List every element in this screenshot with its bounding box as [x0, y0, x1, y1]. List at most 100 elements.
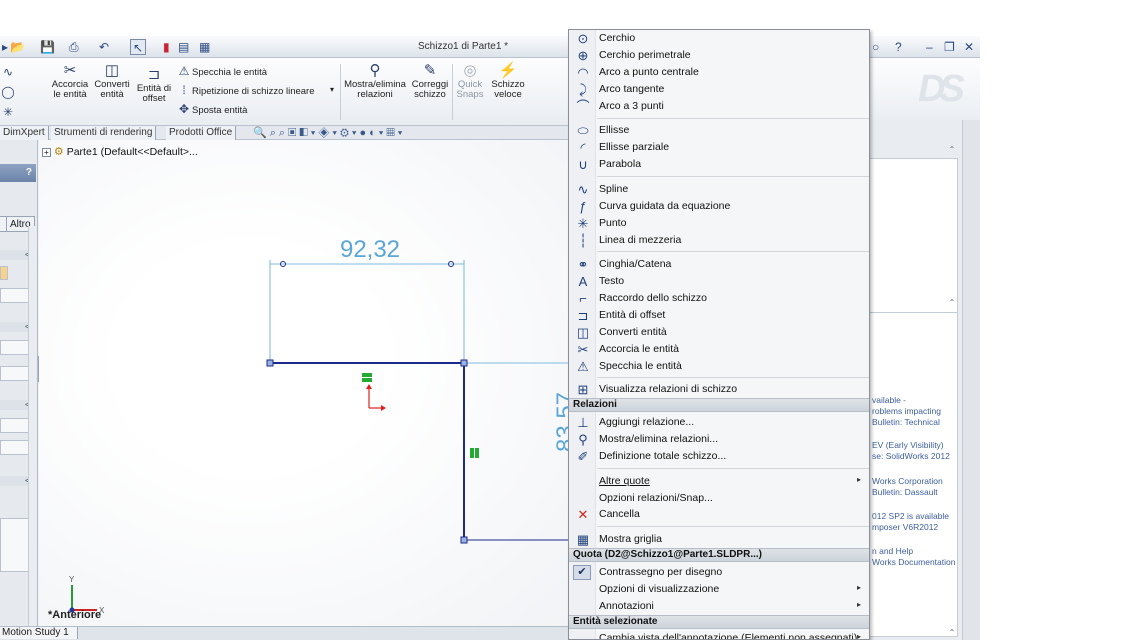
menu-item-point[interactable]: ✳ Punto — [569, 215, 869, 232]
save-icon[interactable]: 💾 — [40, 39, 55, 55]
select-icon[interactable]: ↖ — [130, 39, 147, 55]
restore-icon[interactable]: ❐ — [944, 39, 955, 55]
graphics-area[interactable]: + ⚙ Parte1 (Default<<Default>... 92,32 8… — [39, 140, 569, 626]
convert-button[interactable]: ◫ Converti entità — [90, 62, 134, 100]
search-icon[interactable]: ○ — [872, 39, 879, 55]
tab-rendering[interactable]: Strumenti di rendering — [51, 126, 157, 140]
point-icon: ✳ — [2, 105, 14, 119]
circle-tool[interactable]: ◯ — [0, 84, 16, 100]
trim-icon: ✂ — [63, 62, 77, 79]
menu-item-trim[interactable]: ✂ Accorcia le entità — [569, 341, 869, 358]
news-line[interactable]: vailable - — [872, 395, 956, 406]
open-icon[interactable]: 📂 — [10, 39, 25, 55]
news-line[interactable]: EV (Early Visibility) — [872, 440, 956, 451]
menu-item-label: Linea di mezzeria — [599, 234, 682, 246]
sketch-endpoint[interactable] — [460, 536, 468, 544]
menu-item-change-annotation-view[interactable]: Cambia vista dell'annotazione (Elementi … — [569, 630, 869, 639]
menu-item-parabola[interactable]: ∪ Parabola — [569, 156, 869, 173]
tab-office[interactable]: Prodotti Office — [166, 126, 237, 140]
dim-value-vertical[interactable]: 83,57 — [552, 392, 569, 452]
check-icon: ✔ — [573, 565, 591, 580]
news-line[interactable]: mposer V6R2012 — [872, 522, 956, 533]
menu-item-centerpoint-arc[interactable]: ◠ Arco a punto centrale — [569, 64, 869, 81]
sketch-canvas[interactable]: 92,32 83,57 Y X — [39, 140, 569, 626]
chevron-up-icon[interactable]: ⌃ — [946, 298, 958, 308]
news-line[interactable]: Works Corporation — [872, 476, 956, 487]
menu-item-more-dimensions[interactable]: Altre quote ▸ — [569, 473, 869, 490]
sketch-endpoint[interactable] — [266, 359, 274, 367]
pattern-dropdown-icon[interactable]: ▾ — [330, 82, 334, 98]
property-manager-header: ? — [0, 164, 36, 182]
task-pane-scrollbar[interactable] — [962, 120, 980, 640]
news-line[interactable]: 012 SP2 is available — [872, 511, 956, 522]
line-tool[interactable]: ∿ — [0, 64, 16, 80]
menu-item-annotations[interactable]: Annotazioni ▸ — [569, 598, 869, 615]
news-line[interactable]: Works Documentation — [872, 557, 956, 568]
options-icon[interactable]: ▦ — [199, 39, 210, 55]
sketch-tool-arrow-icon[interactable]: ▸ — [2, 39, 8, 55]
menu-item-partial-ellipse[interactable]: ◜ Ellisse parziale — [569, 139, 869, 156]
menu-item-add-relation[interactable]: ⊥ Aggiungi relazione... — [569, 414, 869, 431]
menu-item-offset[interactable]: ⊐ Entità di offset — [569, 307, 869, 324]
linear-pattern-button[interactable]: ⁞ Ripetizione di schizzo lineare — [176, 82, 314, 98]
menu-item-ellipse[interactable]: ⬭ Ellisse — [569, 122, 869, 139]
news-line[interactable]: Bulletin: Dassault — [872, 487, 956, 498]
point-tool[interactable]: ✳ — [0, 104, 16, 120]
menu-item-show-grid[interactable]: ▦ Mostra griglia — [569, 531, 869, 548]
repair-sketch-label: Correggi schizzo — [411, 79, 449, 100]
sketch-endpoint[interactable] — [460, 359, 468, 367]
news-line[interactable]: se: SolidWorks 2012 — [872, 451, 956, 462]
menu-item-fillet[interactable]: ⌐ Raccordo dello schizzo — [569, 290, 869, 307]
menu-item-display-options[interactable]: Opzioni di visualizzazione ▸ — [569, 581, 869, 598]
menu-item-show-relations[interactable]: ⚲ Mostra/elimina relazioni... — [569, 431, 869, 448]
menu-item-equation-curve[interactable]: ƒ Curva guidata da equazione — [569, 198, 869, 215]
menu-item-display-relations[interactable]: ⊞ Visualizza relazioni di schizzo — [569, 381, 869, 398]
perimeter-circle-icon: ⊕ — [577, 48, 589, 63]
relations-button[interactable]: ⚲ Mostra/elimina relazioni — [344, 62, 406, 100]
menu-item-belt-chain[interactable]: ⚭ Cinghia/Catena — [569, 256, 869, 273]
menu-header-selected-entities: Entità selezionate — [569, 615, 869, 629]
help-icon[interactable]: ? — [895, 39, 902, 55]
trim-button[interactable]: ✂ Accorcia le entità — [48, 62, 92, 100]
grid-icon: ▦ — [576, 532, 590, 547]
chevron-up-icon[interactable]: ⌃ — [946, 628, 958, 638]
tab-motion-study[interactable]: Motion Study 1 — [0, 627, 78, 639]
rapid-sketch-button[interactable]: ⚡ Schizzo veloce — [486, 62, 530, 100]
menu-item-perimeter-circle[interactable]: ⊕ Cerchio perimetrale — [569, 47, 869, 64]
print-icon[interactable]: ⎙ — [69, 39, 79, 55]
offset-button[interactable]: ⊐ Entità di offset — [132, 66, 176, 104]
menu-item-circle[interactable]: ⊙ Cerchio — [569, 30, 869, 47]
file-properties-icon[interactable]: ▤ — [178, 39, 189, 55]
menu-item-centerline[interactable]: ┆ Linea di mezzeria — [569, 232, 869, 249]
menu-item-text[interactable]: A Testo — [569, 273, 869, 290]
undo-icon[interactable]: ↶ — [99, 39, 109, 55]
menu-item-delete[interactable]: ✕ Cancella — [569, 506, 869, 523]
news-line[interactable]: n and Help — [872, 546, 956, 557]
mirror-button[interactable]: ⚠ Specchia le entità — [176, 63, 267, 79]
dim-value-horizontal[interactable]: 92,32 — [340, 236, 400, 263]
property-manager-scrollbar[interactable] — [28, 226, 36, 636]
menu-item-label: Entità di offset — [599, 309, 666, 321]
menu-item-fully-define[interactable]: ✐ Definizione totale schizzo... — [569, 448, 869, 465]
menu-item-convert[interactable]: ◫ Converti entità — [569, 324, 869, 341]
menu-item-label: Punto — [599, 217, 627, 229]
menu-item-mirror[interactable]: ⚠ Specchia le entità — [569, 358, 869, 375]
menu-item-relations-snap-options[interactable]: Opzioni relazioni/Snap... — [569, 490, 869, 507]
chevron-up-icon[interactable]: ⌃ — [946, 145, 958, 155]
news-line[interactable]: roblems impacting — [872, 406, 956, 417]
minimize-icon[interactable]: – — [926, 39, 933, 55]
menu-item-three-point-arc[interactable]: ⌒ Arco a 3 punti — [569, 98, 869, 115]
menu-item-spline[interactable]: ∿ Spline — [569, 181, 869, 198]
rebuild-icon[interactable]: ▮ — [163, 39, 170, 55]
menu-item-tangent-arc[interactable]: ⤸ Arco tangente — [569, 81, 869, 98]
tab-dimxpert[interactable]: DimXpert — [0, 126, 49, 140]
close-icon[interactable]: ✕ — [964, 39, 974, 55]
trim-icon: ✂ — [577, 342, 589, 357]
move-icon: ✥ — [178, 102, 190, 116]
move-button[interactable]: ✥ Sposta entità — [176, 101, 248, 117]
menu-item-mark-for-drawing[interactable]: ✔ Contrassegno per disegno — [569, 564, 869, 581]
help-icon[interactable]: ? — [26, 167, 32, 178]
news-line[interactable]: Bulletin: Technical — [872, 417, 956, 428]
repair-sketch-button[interactable]: ✎ Correggi schizzo — [408, 62, 452, 100]
heads-up-view-toolbar[interactable]: 🔍⌕⌕▣◧▾◈▾⚙▾●◐▾▦▾ — [253, 126, 405, 140]
